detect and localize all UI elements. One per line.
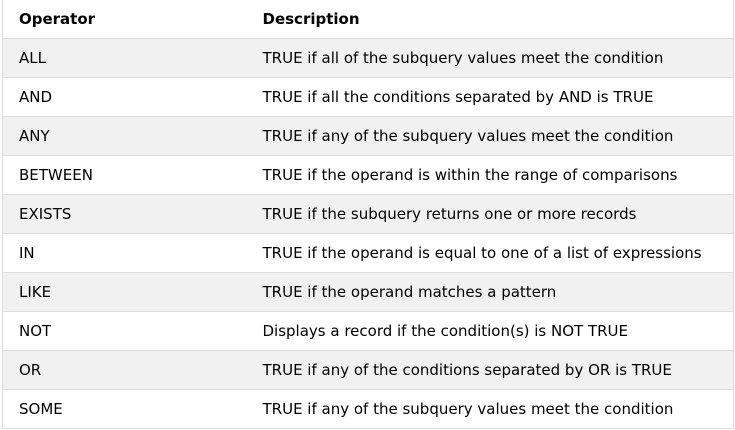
header-description: Description	[246, 0, 734, 39]
header-operator: Operator	[2, 0, 247, 39]
operator-cell: OR	[2, 350, 247, 390]
table-row: LIKE TRUE if the operand matches a patte…	[2, 272, 734, 312]
description-cell: TRUE if all of the subquery values meet …	[246, 38, 734, 78]
description-cell: TRUE if any of the subquery values meet …	[246, 116, 734, 156]
table-row: OR TRUE if any of the conditions separat…	[2, 350, 734, 390]
description-cell: TRUE if any of the subquery values meet …	[246, 389, 734, 429]
description-cell: TRUE if the operand matches a pattern	[246, 272, 734, 312]
description-cell: TRUE if all the conditions separated by …	[246, 77, 734, 117]
operator-cell: EXISTS	[2, 194, 247, 234]
operator-cell: IN	[2, 233, 247, 273]
table-header-row: Operator Description	[2, 0, 734, 39]
description-cell: Displays a record if the condition(s) is…	[246, 311, 734, 351]
operator-cell: SOME	[2, 389, 247, 429]
description-cell: TRUE if any of the conditions separated …	[246, 350, 734, 390]
description-cell: TRUE if the operand is within the range …	[246, 155, 734, 195]
table-row: BETWEEN TRUE if the operand is within th…	[2, 155, 734, 195]
operator-cell: BETWEEN	[2, 155, 247, 195]
table-row: NOT Displays a record if the condition(s…	[2, 311, 734, 351]
operator-cell: AND	[2, 77, 247, 117]
operator-cell: NOT	[2, 311, 247, 351]
operator-cell: ALL	[2, 38, 247, 78]
operator-cell: LIKE	[2, 272, 247, 312]
description-cell: TRUE if the subquery returns one or more…	[246, 194, 734, 234]
table-row: AND TRUE if all the conditions separated…	[2, 77, 734, 117]
table-row: ANY TRUE if any of the subquery values m…	[2, 116, 734, 156]
description-cell: TRUE if the operand is equal to one of a…	[246, 233, 734, 273]
table-row: IN TRUE if the operand is equal to one o…	[2, 233, 734, 273]
table-row: EXISTS TRUE if the subquery returns one …	[2, 194, 734, 234]
operator-cell: ANY	[2, 116, 247, 156]
table-row: ALL TRUE if all of the subquery values m…	[2, 38, 734, 78]
operators-table: Operator Description ALL TRUE if all of …	[2, 0, 734, 429]
table-row: SOME TRUE if any of the subquery values …	[2, 389, 734, 429]
